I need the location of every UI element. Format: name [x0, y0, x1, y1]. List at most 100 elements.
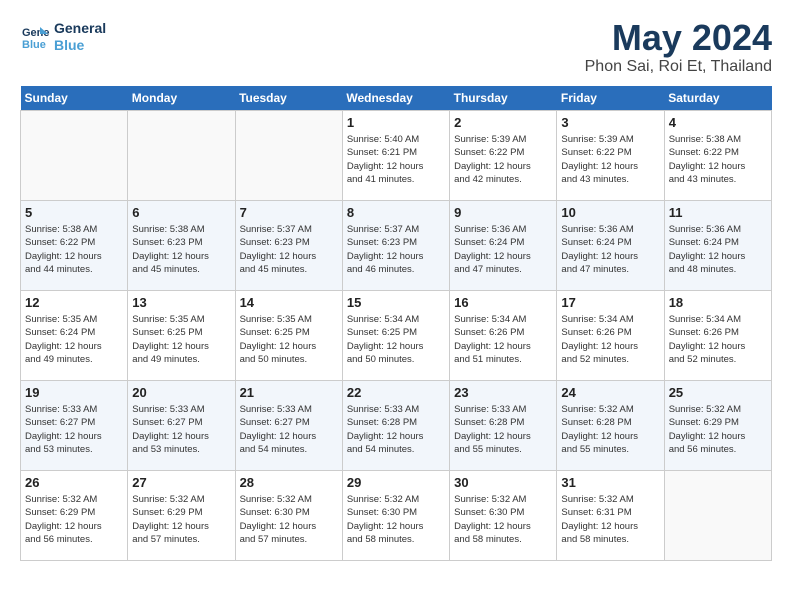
day-number: 24 — [561, 385, 659, 400]
day-info: Sunrise: 5:36 AM Sunset: 6:24 PM Dayligh… — [669, 223, 767, 276]
calendar-cell: 29Sunrise: 5:32 AM Sunset: 6:30 PM Dayli… — [342, 471, 449, 561]
calendar-cell: 23Sunrise: 5:33 AM Sunset: 6:28 PM Dayli… — [450, 381, 557, 471]
day-info: Sunrise: 5:34 AM Sunset: 6:26 PM Dayligh… — [669, 313, 767, 366]
calendar-cell: 28 Sunrise: 5:32 AM Sunset: 6:30 PM Dayli… — [235, 471, 342, 561]
calendar-cell: 7Sunrise: 5:37 AM Sunset: 6:23 PM Daylig… — [235, 201, 342, 291]
day-info: Sunrise: 5:39 AM Sunset: 6:22 PM Dayligh… — [561, 133, 659, 186]
day-info: Sunrise: 5:35 AM Sunset: 6:25 PM Dayligh… — [240, 313, 338, 366]
day-info: Sunrise: 5:38 AM Sunset: 6:23 PM Dayligh… — [132, 223, 230, 276]
day-number: 5 — [25, 205, 123, 220]
calendar-cell — [21, 111, 128, 201]
calendar-cell: 5 Sunrise: 5:38 AM Sunset: 6:22 PM Daylig… — [21, 201, 128, 291]
calendar-cell: 10 Sunrise: 5:36 AM Sunset: 6:24 PM Dayli… — [557, 201, 664, 291]
day-number: 6 — [132, 205, 230, 220]
title-area: May 2024 Phon Sai, Roi Et, Thailand — [585, 20, 772, 76]
calendar-cell: 22 Sunrise: 5:33 AM Sunset: 6:28 PM Dayli… — [342, 381, 449, 471]
calendar-cell: 4 Sunrise: 5:38 AM Sunset: 6:22 PM Daylig… — [664, 111, 771, 201]
day-info: Sunrise: 5:33 AM Sunset: 6:28 PM Dayligh… — [454, 403, 552, 456]
day-info: Sunrise: 5:38 AM Sunset: 6:22 PM Dayligh… — [25, 223, 123, 276]
calendar-cell: 9 Sunrise: 5:36 AM Sunset: 6:24 PM Daylig… — [450, 201, 557, 291]
day-number: 22 — [347, 385, 445, 400]
day-number: 10 — [561, 205, 659, 220]
day-number: 30 — [454, 475, 552, 490]
day-info: Sunrise: 5:32 AM Sunset: 6:30 PM Dayligh… — [240, 493, 338, 546]
day-number: 3 — [561, 115, 659, 130]
day-number: 16 — [454, 295, 552, 310]
day-number: 11 — [669, 205, 767, 220]
calendar-week-5: 26Sunrise: 5:32 AM Sunset: 6:29 PM Dayli… — [21, 471, 772, 561]
calendar-cell — [128, 111, 235, 201]
day-number: 29 — [347, 475, 445, 490]
calendar-cell — [235, 111, 342, 201]
day-number: 4 — [669, 115, 767, 130]
calendar-cell: 17 Sunrise: 5:34 AM Sunset: 6:26 PM Dayli… — [557, 291, 664, 381]
day-header-sunday: Sunday — [21, 86, 128, 111]
calendar-cell: 8 Sunrise: 5:37 AM Sunset: 6:23 PM Daylig… — [342, 201, 449, 291]
logo: General Blue General Blue — [20, 20, 106, 54]
day-info: Sunrise: 5:34 AM Sunset: 6:26 PM Dayligh… — [561, 313, 659, 366]
calendar-week-1: 1 Sunrise: 5:40 AM Sunset: 6:21 PM Daylig… — [21, 111, 772, 201]
calendar-cell: 19Sunrise: 5:33 AM Sunset: 6:27 PM Dayli… — [21, 381, 128, 471]
calendar-cell: 6 Sunrise: 5:38 AM Sunset: 6:23 PM Daylig… — [128, 201, 235, 291]
calendar-cell: 26Sunrise: 5:32 AM Sunset: 6:29 PM Dayli… — [21, 471, 128, 561]
day-number: 8 — [347, 205, 445, 220]
calendar-header-row: SundayMondayTuesdayWednesdayThursdayFrid… — [21, 86, 772, 111]
page-header: General Blue General Blue May 2024 Phon … — [20, 20, 772, 76]
calendar-cell: 21Sunrise: 5:33 AM Sunset: 6:27 PM Dayli… — [235, 381, 342, 471]
calendar-cell: 13 Sunrise: 5:35 AM Sunset: 6:25 PM Dayli… — [128, 291, 235, 381]
day-number: 27 — [132, 475, 230, 490]
day-number: 26 — [25, 475, 123, 490]
calendar-cell — [664, 471, 771, 561]
calendar-body: 1 Sunrise: 5:40 AM Sunset: 6:21 PM Daylig… — [21, 111, 772, 561]
calendar-cell: 3 Sunrise: 5:39 AM Sunset: 6:22 PM Daylig… — [557, 111, 664, 201]
day-info: Sunrise: 5:33 AM Sunset: 6:28 PM Dayligh… — [347, 403, 445, 456]
day-info: Sunrise: 5:40 AM Sunset: 6:21 PM Dayligh… — [347, 133, 445, 186]
day-header-friday: Friday — [557, 86, 664, 111]
day-info: Sunrise: 5:35 AM Sunset: 6:24 PM Dayligh… — [25, 313, 123, 366]
day-number: 9 — [454, 205, 552, 220]
calendar-cell: 31Sunrise: 5:32 AM Sunset: 6:31 PM Dayli… — [557, 471, 664, 561]
logo-general: General — [54, 20, 106, 37]
day-number: 18 — [669, 295, 767, 310]
day-number: 31 — [561, 475, 659, 490]
day-number: 1 — [347, 115, 445, 130]
day-number: 28 — [240, 475, 338, 490]
day-number: 14 — [240, 295, 338, 310]
day-number: 15 — [347, 295, 445, 310]
day-number: 7 — [240, 205, 338, 220]
day-number: 2 — [454, 115, 552, 130]
day-info: Sunrise: 5:36 AM Sunset: 6:24 PM Dayligh… — [561, 223, 659, 276]
day-header-thursday: Thursday — [450, 86, 557, 111]
day-header-monday: Monday — [128, 86, 235, 111]
day-number: 19 — [25, 385, 123, 400]
day-info: Sunrise: 5:34 AM Sunset: 6:25 PM Dayligh… — [347, 313, 445, 366]
calendar-cell: 16Sunrise: 5:34 AM Sunset: 6:26 PM Dayli… — [450, 291, 557, 381]
calendar-cell: 27Sunrise: 5:32 AM Sunset: 6:29 PM Dayli… — [128, 471, 235, 561]
day-number: 17 — [561, 295, 659, 310]
day-number: 21 — [240, 385, 338, 400]
day-number: 13 — [132, 295, 230, 310]
logo-icon: General Blue — [20, 22, 50, 52]
calendar-cell: 18 Sunrise: 5:34 AM Sunset: 6:26 PM Dayli… — [664, 291, 771, 381]
day-header-wednesday: Wednesday — [342, 86, 449, 111]
day-info: Sunrise: 5:36 AM Sunset: 6:24 PM Dayligh… — [454, 223, 552, 276]
calendar-cell: 30Sunrise: 5:32 AM Sunset: 6:30 PM Dayli… — [450, 471, 557, 561]
day-info: Sunrise: 5:35 AM Sunset: 6:25 PM Dayligh… — [132, 313, 230, 366]
svg-text:Blue: Blue — [22, 39, 46, 51]
day-info: Sunrise: 5:32 AM Sunset: 6:28 PM Dayligh… — [561, 403, 659, 456]
day-header-saturday: Saturday — [664, 86, 771, 111]
calendar-cell: 1 Sunrise: 5:40 AM Sunset: 6:21 PM Daylig… — [342, 111, 449, 201]
day-info: Sunrise: 5:38 AM Sunset: 6:22 PM Dayligh… — [669, 133, 767, 186]
calendar-cell: 11 Sunrise: 5:36 AM Sunset: 6:24 PM Dayli… — [664, 201, 771, 291]
calendar-cell: 24 Sunrise: 5:32 AM Sunset: 6:28 PM Dayli… — [557, 381, 664, 471]
calendar-week-3: 12Sunrise: 5:35 AM Sunset: 6:24 PM Dayli… — [21, 291, 772, 381]
location-subtitle: Phon Sai, Roi Et, Thailand — [585, 58, 772, 76]
day-info: Sunrise: 5:37 AM Sunset: 6:23 PM Dayligh… — [347, 223, 445, 276]
calendar-week-4: 19Sunrise: 5:33 AM Sunset: 6:27 PM Dayli… — [21, 381, 772, 471]
day-info: Sunrise: 5:32 AM Sunset: 6:29 PM Dayligh… — [669, 403, 767, 456]
calendar-cell: 12Sunrise: 5:35 AM Sunset: 6:24 PM Dayli… — [21, 291, 128, 381]
calendar-cell: 20Sunrise: 5:33 AM Sunset: 6:27 PM Dayli… — [128, 381, 235, 471]
day-number: 20 — [132, 385, 230, 400]
day-header-tuesday: Tuesday — [235, 86, 342, 111]
calendar-cell: 2Sunrise: 5:39 AM Sunset: 6:22 PM Daylig… — [450, 111, 557, 201]
